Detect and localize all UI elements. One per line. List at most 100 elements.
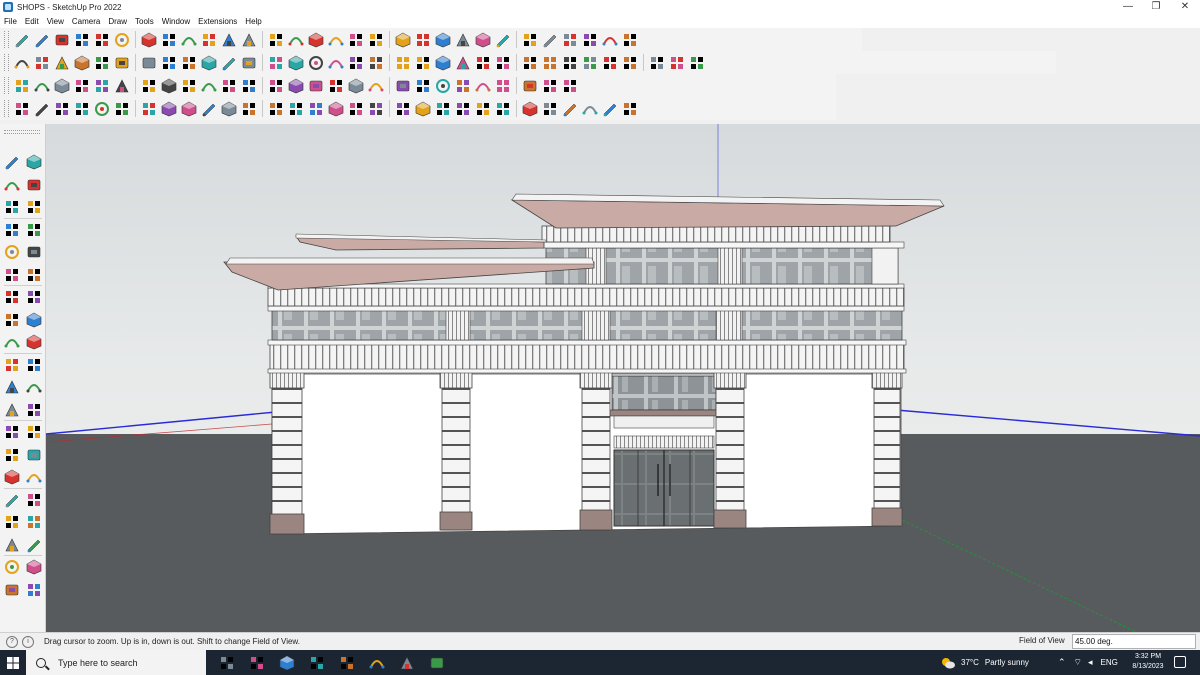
modeling-viewport[interactable] <box>46 124 1200 632</box>
dimension-tool-button[interactable] <box>394 100 412 118</box>
layout-tool-button[interactable] <box>160 100 178 118</box>
rotated-rectangle-tool-button[interactable] <box>24 242 44 262</box>
toolbar-grip[interactable] <box>4 77 9 94</box>
tape-measure-tool-button[interactable] <box>240 31 258 49</box>
sticky-notes-taskbar-button[interactable] <box>392 650 422 675</box>
arc-tool-button[interactable] <box>2 287 22 307</box>
menu-file[interactable]: File <box>4 17 17 26</box>
unfold-tool-button[interactable] <box>474 77 492 95</box>
geo-location-icon[interactable]: ? <box>6 635 18 648</box>
shaded-tool-button[interactable] <box>220 54 238 72</box>
volume-icon[interactable]: ◂ <box>1088 657 1093 668</box>
zoom-tool-button[interactable] <box>13 31 31 49</box>
house-tool-button[interactable] <box>327 54 345 72</box>
line-tool-button[interactable] <box>73 31 91 49</box>
component-tool-button[interactable] <box>287 54 305 72</box>
eraser-red-tool-button[interactable] <box>434 54 452 72</box>
curve-tool-button[interactable] <box>180 77 198 95</box>
notification-icon[interactable] <box>1174 656 1186 668</box>
section-cut-tool-button[interactable] <box>2 580 22 600</box>
spline-tool-button[interactable] <box>33 100 51 118</box>
warehouse-tool-button[interactable] <box>394 31 412 49</box>
rotate-tool-button[interactable] <box>2 355 22 375</box>
shell-tool-button[interactable] <box>287 77 305 95</box>
circle-tool-button[interactable] <box>494 54 512 72</box>
menu-camera[interactable]: Camera <box>72 17 100 26</box>
axes-tool-button[interactable] <box>2 445 22 465</box>
bottom-view-tool-button[interactable] <box>140 54 158 72</box>
menu-extensions[interactable]: Extensions <box>198 17 237 26</box>
xray-tool-button[interactable] <box>160 54 178 72</box>
texture-tool-button[interactable] <box>648 54 666 72</box>
menu-tools[interactable]: Tools <box>135 17 154 26</box>
bezier-tool-button[interactable] <box>113 77 131 95</box>
iso-view-tool-button[interactable] <box>13 54 31 72</box>
zoom-tool-button[interactable] <box>2 490 22 510</box>
material-tool-button[interactable] <box>2 197 22 217</box>
beam-tool-button[interactable] <box>287 100 305 118</box>
wireframe-tool-button[interactable] <box>180 54 198 72</box>
shear-tool-button[interactable] <box>434 100 452 118</box>
flip-tool-button[interactable] <box>581 54 599 72</box>
three-point-arc-tool-button[interactable] <box>24 310 44 330</box>
stretch-tool-button[interactable] <box>414 100 432 118</box>
export-tool-button[interactable] <box>621 100 639 118</box>
rail-tool-button[interactable] <box>347 100 365 118</box>
menu-draw[interactable]: Draw <box>108 17 127 26</box>
text-style-tool-button[interactable] <box>394 54 412 72</box>
move-tool-button[interactable] <box>180 31 198 49</box>
3d-text-tool-button[interactable] <box>24 445 44 465</box>
split-tool-button[interactable] <box>240 77 258 95</box>
taper-tool-button[interactable] <box>454 100 472 118</box>
look-around-tool-button[interactable] <box>24 535 44 555</box>
scale-tool-button[interactable] <box>2 377 22 397</box>
task-view-taskbar-button[interactable] <box>212 650 242 675</box>
taskbar-search[interactable]: Type here to search <box>26 650 206 675</box>
align-tool-button[interactable] <box>561 54 579 72</box>
polygon-tool-button[interactable] <box>24 265 44 285</box>
weld-tool-button[interactable] <box>220 77 238 95</box>
join-tool-button[interactable] <box>601 54 619 72</box>
cross-tool-button[interactable] <box>521 77 539 95</box>
solid-tools-tool-button[interactable] <box>561 31 579 49</box>
left-view-tool-button[interactable] <box>113 54 131 72</box>
chamfer-tool-button[interactable] <box>561 100 579 118</box>
rectangle-tool-button[interactable] <box>113 31 131 49</box>
wire-tool-button[interactable] <box>140 100 158 118</box>
text-tool-button[interactable] <box>267 31 285 49</box>
menu-view[interactable]: View <box>47 17 64 26</box>
back-view-tool-button[interactable] <box>93 54 111 72</box>
revit-taskbar-button[interactable] <box>332 650 362 675</box>
hatch-tool-button[interactable] <box>521 100 539 118</box>
zoom-window-tool-button[interactable] <box>347 31 365 49</box>
measurements-field[interactable]: 45.00 deg. <box>1072 634 1196 649</box>
edge-taskbar-button[interactable] <box>362 650 392 675</box>
opening-tool-button[interactable] <box>327 100 345 118</box>
zoom-window-tool-button[interactable] <box>24 490 44 510</box>
autocad-taskbar-button[interactable] <box>302 650 332 675</box>
fillet-tool-button[interactable] <box>73 77 91 95</box>
floor-tool-button[interactable] <box>180 100 198 118</box>
wifi-icon[interactable]: ⌔ <box>1074 657 1082 668</box>
slab-tool-button[interactable] <box>307 100 325 118</box>
projection-tool-button[interactable] <box>434 77 452 95</box>
terrain-tool-button[interactable] <box>541 100 559 118</box>
display-section-tool-button[interactable] <box>24 580 44 600</box>
position-camera-tool-button[interactable] <box>2 535 22 555</box>
frame-tool-button[interactable] <box>347 77 365 95</box>
bend-tool-button[interactable] <box>93 100 111 118</box>
section-plane-tool-button[interactable] <box>474 31 492 49</box>
section-fill-tool-button[interactable] <box>494 31 512 49</box>
hidden-line-tool-button[interactable] <box>200 54 218 72</box>
stair-tool-button[interactable] <box>220 100 238 118</box>
ellipse-tool-button[interactable] <box>474 54 492 72</box>
select-tool-button[interactable] <box>2 152 22 172</box>
layers-tool-button[interactable] <box>414 31 432 49</box>
paint-bucket-tool-button[interactable] <box>2 175 22 195</box>
weather-widget[interactable]: 37°C Partly sunny <box>940 650 1029 675</box>
box-tool-button[interactable] <box>688 54 706 72</box>
menu-help[interactable]: Help <box>245 17 261 26</box>
freehand-tool-button[interactable] <box>24 220 44 240</box>
subdivide-tool-button[interactable] <box>367 77 385 95</box>
undo-tool-button[interactable] <box>581 31 599 49</box>
